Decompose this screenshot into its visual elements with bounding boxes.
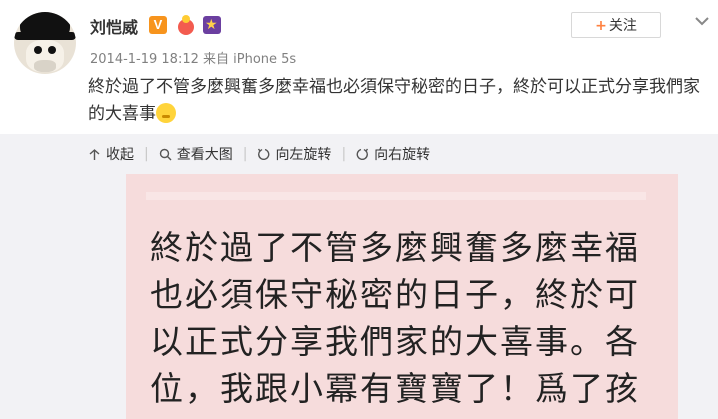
chevron-down-icon[interactable]: [693, 12, 711, 30]
star-badge-icon: ★: [203, 16, 221, 34]
post-text: 終於過了不管多麼興奮多麼幸福也必須保守秘密的日子，終於可以正式分享我們家的大喜事: [88, 74, 708, 128]
post-image[interactable]: 終於過了不管多麼興奮多麼幸福 也必須保守秘密的日子，終於可 以正式分享我們家的大…: [126, 174, 678, 419]
collapse-icon: [89, 148, 100, 160]
image-text-line: 位，我跟小冪有寶寶了！爲了孩: [150, 369, 640, 408]
image-text-line: 以正式分享我們家的大喜事。各: [150, 322, 640, 361]
username[interactable]: 刘恺威: [90, 14, 138, 38]
member-badge-icon: [176, 15, 196, 35]
collapse-button[interactable]: 收起: [88, 144, 134, 164]
image-text-line: 也必須保守秘密的日子，終於可: [150, 275, 640, 314]
rotate-left-icon: [258, 148, 270, 160]
search-icon: [159, 148, 172, 160]
avatar[interactable]: [14, 12, 76, 74]
smile-emoji-icon: [156, 103, 176, 123]
follow-button[interactable]: + 关注: [571, 12, 661, 38]
image-toolbar: 收起 | 查看大图 | 向左旋转 | 向右旋转: [88, 142, 430, 166]
rotate-right-button[interactable]: 向右旋转: [356, 144, 430, 164]
divider: |: [242, 146, 248, 162]
rotate-right-icon: [356, 148, 369, 160]
divider: |: [341, 146, 347, 162]
divider: |: [144, 146, 149, 162]
post-meta: 2014-1-19 18:12 来自 iPhone 5s: [90, 52, 297, 67]
image-background-stripe: [146, 192, 646, 200]
rotate-right-label: 向右旋转: [374, 147, 431, 163]
collapse-label: 收起: [106, 147, 134, 163]
plus-icon: +: [595, 18, 607, 34]
rotate-left-button[interactable]: 向左旋转: [257, 144, 331, 164]
post-text-body: 終於過了不管多麼興奮多麼幸福也必須保守秘密的日子，終於可以正式分享我們家的大喜事: [88, 77, 700, 124]
rotate-left-label: 向左旋转: [275, 147, 332, 163]
follow-label: 关注: [608, 18, 637, 34]
verified-icon: V: [149, 16, 167, 34]
view-large-label: 查看大图: [176, 147, 233, 163]
image-text-line: 終於過了不管多麼興奮多麼幸福: [150, 228, 640, 267]
image-text: 終於過了不管多麼興奮多麼幸福 也必須保守秘密的日子，終於可 以正式分享我們家的大…: [150, 224, 660, 412]
view-large-button[interactable]: 查看大图: [159, 144, 233, 164]
